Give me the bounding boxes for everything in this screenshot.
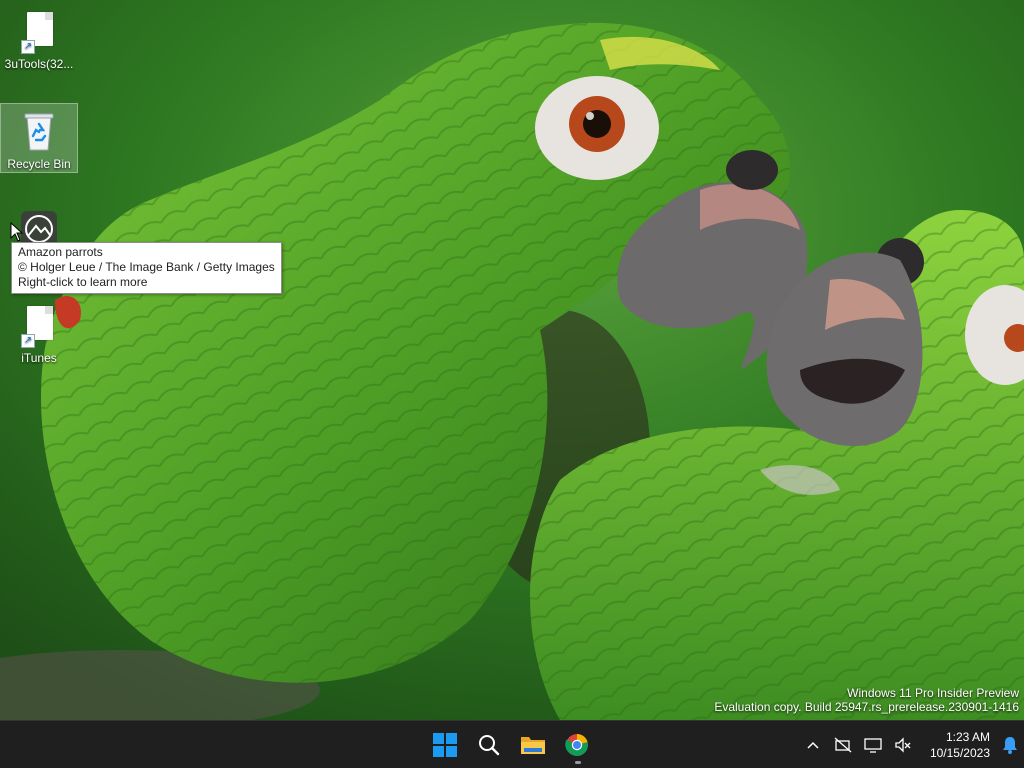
- desktop-wallpaper: [0, 0, 1024, 720]
- search-icon: [479, 735, 500, 756]
- display-icon: [864, 737, 882, 753]
- clock-date: 10/15/2023: [929, 745, 990, 760]
- watermark-build: Evaluation copy. Build 25947.rs_prerelea…: [714, 700, 1019, 714]
- tooltip-hint: Right-click to learn more: [18, 275, 148, 289]
- desktop-icon-itunes[interactable]: ↗ iTunes: [0, 298, 78, 368]
- tooltip-credit: © Holger Leue / The Image Bank / Getty I…: [18, 260, 275, 274]
- tooltip-title: Amazon parrots: [18, 245, 103, 259]
- system-tray: 1:23 AM 10/15/2023: [798, 721, 1024, 768]
- file-shortcut-icon: ↗: [19, 304, 59, 348]
- taskbar: 1:23 AM 10/15/2023: [0, 720, 1024, 768]
- desktop-icon-label: iTunes: [21, 351, 57, 365]
- desktop-icon-3utools[interactable]: ↗ 3uTools(32...: [0, 4, 78, 76]
- volume-button[interactable]: [888, 725, 918, 765]
- search-button[interactable]: [469, 725, 509, 765]
- desktop-icon-recycle-bin[interactable]: Recycle Bin: [0, 103, 78, 173]
- show-hidden-icons-button[interactable]: [798, 725, 828, 765]
- desktop-icon-label: Recycle Bin: [7, 157, 71, 171]
- picture-info-tooltip: Amazon parrots © Holger Leue / The Image…: [11, 242, 282, 294]
- bell-icon: [1003, 736, 1017, 754]
- start-button[interactable]: [425, 725, 465, 765]
- file-explorer-button[interactable]: [513, 725, 553, 765]
- notifications-button[interactable]: [996, 725, 1024, 765]
- chrome-button[interactable]: [557, 725, 597, 765]
- clock-time: 1:23 AM: [945, 729, 990, 744]
- watermark-edition: Windows 11 Pro Insider Preview: [847, 686, 1019, 700]
- file-shortcut-icon: ↗: [19, 10, 59, 54]
- network-status-button[interactable]: [828, 725, 858, 765]
- evaluation-watermark: Windows 11 Pro Insider Preview Evaluatio…: [714, 686, 1019, 714]
- chevron-up-icon: [807, 741, 819, 749]
- mouse-cursor-icon: [10, 222, 24, 242]
- folder-icon: [521, 737, 545, 754]
- clock[interactable]: 1:23 AM 10/15/2023: [918, 729, 996, 761]
- running-indicator: [575, 761, 581, 764]
- chrome-icon: [565, 734, 588, 756]
- windows-start-icon: [433, 733, 457, 757]
- display-button[interactable]: [858, 725, 888, 765]
- recycle-bin-icon: [19, 110, 59, 154]
- speaker-muted-icon: [895, 736, 911, 753]
- desktop-icon-label: 3uTools(32...: [4, 57, 74, 71]
- taskbar-apps: [425, 725, 597, 765]
- network-offline-icon: [834, 737, 852, 752]
